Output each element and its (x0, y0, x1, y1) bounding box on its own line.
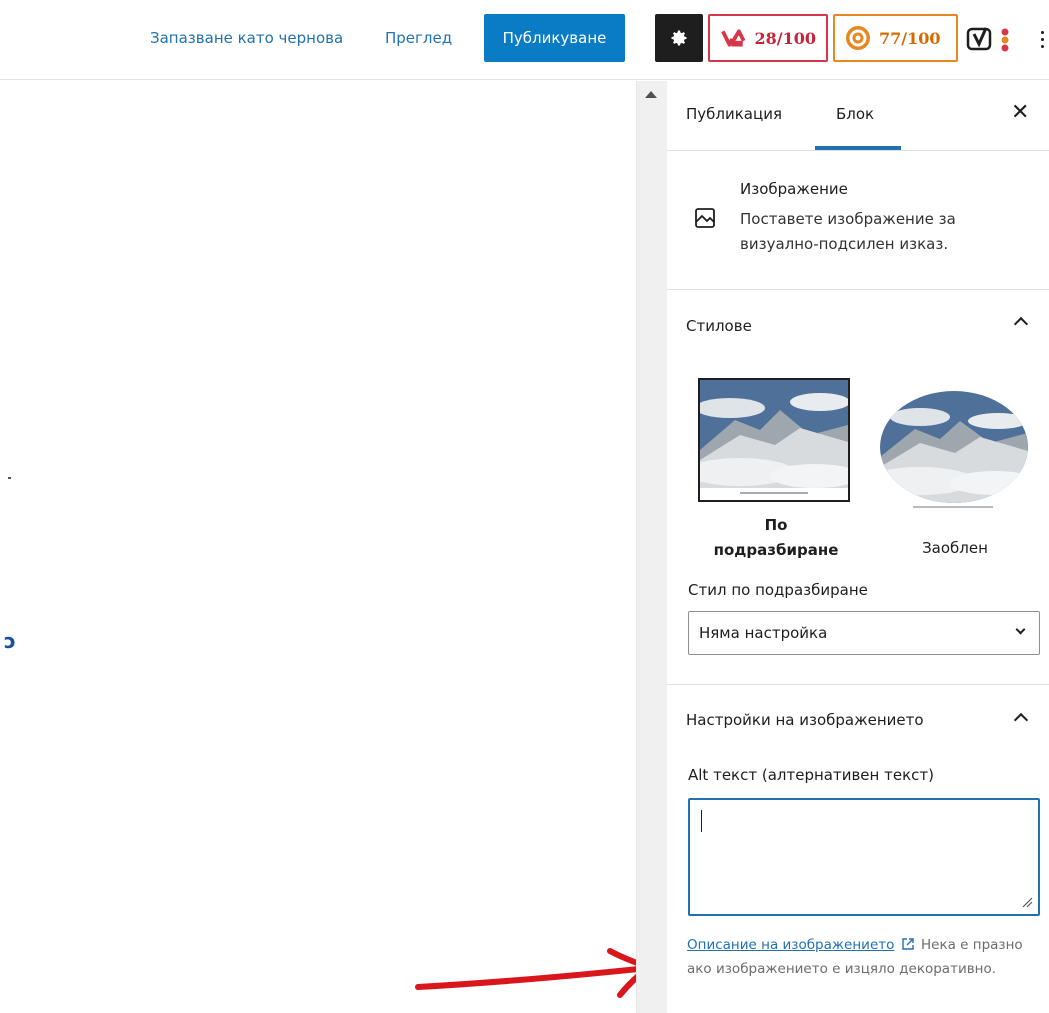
rounded-caption-strip (913, 506, 993, 508)
external-link-icon (901, 938, 914, 950)
image-settings-panel-title[interactable]: Настройки на изображението (686, 711, 924, 729)
readability-icon (846, 26, 870, 50)
more-dot (1041, 44, 1044, 48)
tab-block[interactable]: Блок (836, 105, 874, 123)
style-default-label[interactable]: По подразбиране (701, 513, 851, 563)
chevron-down-icon (1015, 624, 1026, 635)
block-title: Изображение (740, 180, 848, 198)
more-dot (1041, 30, 1044, 34)
more-dot (1041, 37, 1044, 41)
readability-score-button[interactable]: 77/100 (833, 14, 958, 62)
alt-text-label: Alt текст (алтернативен текст) (688, 766, 934, 784)
chevron-up-icon[interactable] (1013, 712, 1029, 728)
sidebar-tabs: Публикация Блок ✕ (667, 81, 1049, 151)
settings-sidebar: Публикация Блок ✕ Изображение Поставете … (667, 81, 1049, 1013)
default-style-label: Стил по подразбиране (688, 581, 868, 599)
text-caret (701, 810, 702, 832)
editor-header: Запазване като чернова Преглед Публикува… (0, 0, 1049, 80)
red-arrow-annotation (415, 948, 653, 998)
block-description: Поставете изображение за визуално-подсил… (740, 210, 956, 253)
scroll-up-arrow-icon[interactable] (645, 91, 657, 98)
chevron-up-icon[interactable] (1013, 316, 1029, 332)
yoast-logo-icon (966, 27, 992, 51)
alt-text-help: Описание на изображението Нека е празно … (687, 933, 1032, 981)
yoast-seo-icon (721, 29, 746, 47)
preview-button[interactable]: Преглед (385, 26, 452, 50)
image-description-link[interactable]: Описание на изображението (687, 937, 894, 953)
close-icon[interactable]: ✕ (1011, 99, 1029, 127)
style-default-label-line1: По (764, 516, 788, 534)
canvas-scrollbar[interactable] (636, 81, 667, 1013)
style-rounded-label[interactable]: Заоблен (905, 539, 1005, 557)
seo-score-text: 28/100 (754, 28, 816, 48)
active-tab-indicator (815, 146, 901, 150)
styles-panel-title[interactable]: Стилове (686, 317, 752, 335)
mountain-thumbnail-image (700, 380, 848, 500)
content-fragment (8, 477, 11, 479)
content-fragment-text: ɔ (4, 629, 16, 653)
resize-handle-icon[interactable] (1021, 896, 1033, 908)
alt-text-field[interactable] (688, 798, 1040, 916)
publish-button[interactable]: Публикуване (484, 14, 625, 62)
editor-canvas[interactable]: ɔ (0, 81, 653, 1013)
image-block-icon (695, 208, 715, 228)
settings-button[interactable] (655, 14, 703, 62)
style-default-label-line2: подразбиране (713, 541, 839, 559)
divider (667, 289, 1049, 290)
seo-score-button[interactable]: 28/100 (708, 14, 828, 62)
default-style-value: Няма настройка (699, 624, 828, 642)
yoast-dots-icon (1001, 28, 1009, 52)
tab-document[interactable]: Публикация (686, 105, 782, 123)
style-option-rounded[interactable] (880, 391, 1028, 503)
divider (667, 684, 1049, 685)
gear-icon (671, 30, 687, 46)
yoast-button[interactable] (966, 22, 1022, 56)
save-draft-button[interactable]: Запазване като чернова (150, 26, 343, 50)
default-style-select[interactable]: Няма настройка (688, 611, 1040, 655)
more-options-button[interactable] (1036, 22, 1049, 56)
readability-score-text: 77/100 (879, 28, 941, 48)
mountain-thumbnail-rounded-image (880, 391, 1028, 503)
style-option-default[interactable] (698, 378, 850, 502)
